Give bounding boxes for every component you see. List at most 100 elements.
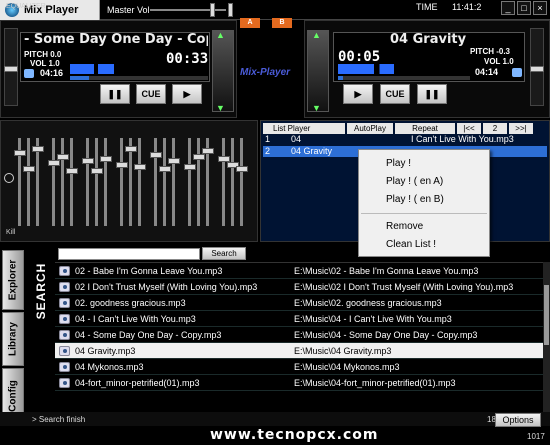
file-path: E:\Music\02. goodness gracious.mp3 xyxy=(294,298,442,308)
eq-slider-knob[interactable] xyxy=(116,162,128,168)
eq-slider-knob[interactable] xyxy=(202,148,214,154)
file-name: 04 - Some Day One Day - Copy.mp3 xyxy=(75,330,222,340)
time-label: TIME xyxy=(416,2,438,12)
close-button[interactable]: × xyxy=(533,1,547,15)
file-name: 04 - I Can't Live With You.mp3 xyxy=(75,314,196,324)
deck-b-pitch-slider[interactable] xyxy=(307,30,329,112)
file-row[interactable]: 04 Mykonos.mp3 E:\Music\04 Mykonos.mp3 xyxy=(55,359,543,375)
eq-slider-track[interactable] xyxy=(120,138,123,226)
eq-slider-track[interactable] xyxy=(86,138,89,226)
playlist-row[interactable]: 1 04 I Can't Live With You.mp3 xyxy=(263,134,547,145)
deck-b-pitch-down-icon[interactable]: ▼ xyxy=(312,103,321,113)
audio-file-icon xyxy=(59,266,70,276)
file-name: 04 Mykonos.mp3 xyxy=(75,362,144,372)
eq-slider-track[interactable] xyxy=(172,138,175,226)
deck-b-pitch-up-icon[interactable]: ▲ xyxy=(312,30,321,40)
eq-slider-knob[interactable] xyxy=(100,156,112,162)
deck-a-pitch-up-icon[interactable]: ▲ xyxy=(216,30,225,40)
deck-b-progress[interactable] xyxy=(338,76,470,80)
eq-slider-track[interactable] xyxy=(163,138,166,226)
eq-slider-knob[interactable] xyxy=(32,146,44,152)
total-count: 1017 xyxy=(527,432,545,441)
eq-slider-knob[interactable] xyxy=(91,168,103,174)
eq-slider-track[interactable] xyxy=(240,138,243,226)
eq-slider-knob[interactable] xyxy=(125,146,137,152)
tab-explorer[interactable]: Explorer xyxy=(2,250,24,310)
eq-slider-knob[interactable] xyxy=(14,150,26,156)
file-row[interactable]: 04 - I Can't Live With You.mp3 E:\Music\0… xyxy=(55,311,543,327)
deck-a-pitch-down-icon[interactable]: ▼ xyxy=(216,103,225,113)
options-button[interactable]: Options xyxy=(495,413,541,427)
menu-remove[interactable]: Remove xyxy=(359,218,489,236)
eq-slider-knob[interactable] xyxy=(236,166,248,172)
eq-slider-track[interactable] xyxy=(70,138,73,226)
file-list-scroll-thumb[interactable] xyxy=(544,285,549,345)
deck-a-progress[interactable] xyxy=(70,76,208,80)
eq-slider-knob[interactable] xyxy=(150,152,162,158)
file-row[interactable]: 04-fort_minor-petrified(01).mp3 E:\Music\… xyxy=(55,375,543,391)
badge-b-button[interactable]: B xyxy=(272,18,292,28)
eq-slider-knob[interactable] xyxy=(134,164,146,170)
search-button[interactable]: Search xyxy=(202,247,246,260)
menu-play-in-a[interactable]: Play ! ( en A) xyxy=(359,173,489,191)
repeat-button[interactable]: Repeat xyxy=(395,123,455,134)
deck-b-volume-knob[interactable] xyxy=(530,66,544,72)
eq-slider-track[interactable] xyxy=(231,138,234,226)
autoplay-button[interactable]: AutoPlay xyxy=(347,123,393,134)
playlist-prev-button[interactable]: |<< xyxy=(457,123,481,134)
playlist-row-name: 04 Gravity xyxy=(291,146,333,156)
deck-a-pitch-slider[interactable] xyxy=(212,30,234,112)
master-volume-label: Master Vol xyxy=(107,5,150,15)
master-volume-knob[interactable] xyxy=(210,3,215,17)
file-row[interactable]: 04 - Some Day One Day - Copy.mp3 E:\Music… xyxy=(55,327,543,343)
eq-slider-track[interactable] xyxy=(197,138,200,226)
eq-slider-knob[interactable] xyxy=(57,154,69,160)
audio-file-icon xyxy=(59,330,70,340)
deck-b-play-button[interactable]: ▶ xyxy=(343,84,373,104)
minimize-button[interactable]: _ xyxy=(501,1,515,15)
eq-slider-track[interactable] xyxy=(61,138,64,226)
deck-a-track-title: - Some Day One Day - Copy xyxy=(24,32,208,47)
file-row[interactable]: 02 I Don't Trust Myself (With Loving You… xyxy=(55,279,543,295)
eq-slider-knob[interactable] xyxy=(193,154,205,160)
brand-url: www.tecnopcx.com xyxy=(210,427,379,443)
eq-slider-knob[interactable] xyxy=(159,166,171,172)
eq-slider-knob[interactable] xyxy=(48,160,60,166)
deck-a-pause-button[interactable]: ❚❚ xyxy=(100,84,130,104)
search-input[interactable] xyxy=(58,248,200,260)
badge-a-button[interactable]: A xyxy=(240,18,260,28)
file-row-selected[interactable]: 04 Gravity.mp3 E:\Music\04 Gravity.mp3 xyxy=(55,343,543,359)
tab-library[interactable]: Library xyxy=(2,312,24,366)
eq-slider-track[interactable] xyxy=(52,138,55,226)
eq-slider-track[interactable] xyxy=(222,138,225,226)
menu-clean-list[interactable]: Clean List ! xyxy=(359,236,489,254)
eq-slider-track[interactable] xyxy=(27,138,30,226)
maximize-button[interactable]: □ xyxy=(517,1,531,15)
file-path: E:\Music\04 Gravity.mp3 xyxy=(294,346,392,356)
playlist-next-button[interactable]: >>| xyxy=(509,123,533,134)
menu-play-in-b[interactable]: Play ! ( en B) xyxy=(359,191,489,209)
deck-b-cue-button[interactable]: CUE xyxy=(380,84,410,104)
deck-b-pause-button[interactable]: ❚❚ xyxy=(417,84,447,104)
audio-file-icon xyxy=(59,298,70,308)
deck-a-play-button[interactable]: ▶ xyxy=(172,84,202,104)
eq-slider-knob[interactable] xyxy=(168,158,180,164)
file-row[interactable]: 02. goodness gracious.mp3 E:\Music\02. go… xyxy=(55,295,543,311)
eq-slider-knob[interactable] xyxy=(23,166,35,172)
deck-a-cue-button[interactable]: CUE xyxy=(136,84,166,104)
eq-slider-track[interactable] xyxy=(138,138,141,226)
crossfader-knob[interactable] xyxy=(228,3,233,17)
tab-config-label: Config xyxy=(7,380,19,412)
eq-slider-track[interactable] xyxy=(188,138,191,226)
eq-slider-knob[interactable] xyxy=(82,158,94,164)
eq-slider-track[interactable] xyxy=(104,138,107,226)
deck-b-pitch: PITCH -0.3 xyxy=(470,47,511,56)
eq-slider-track[interactable] xyxy=(95,138,98,226)
deck-a-volume-knob[interactable] xyxy=(4,66,18,72)
menu-play[interactable]: Play ! xyxy=(359,155,489,173)
file-row[interactable]: 02 - Babe I'm Gonna Leave You.mp3 E:\Musi… xyxy=(55,263,543,279)
eq-slider-knob[interactable] xyxy=(184,164,196,170)
eq-reset-icon[interactable] xyxy=(4,173,14,183)
deck-a-lock-icon xyxy=(24,69,34,78)
eq-slider-knob[interactable] xyxy=(66,168,78,174)
